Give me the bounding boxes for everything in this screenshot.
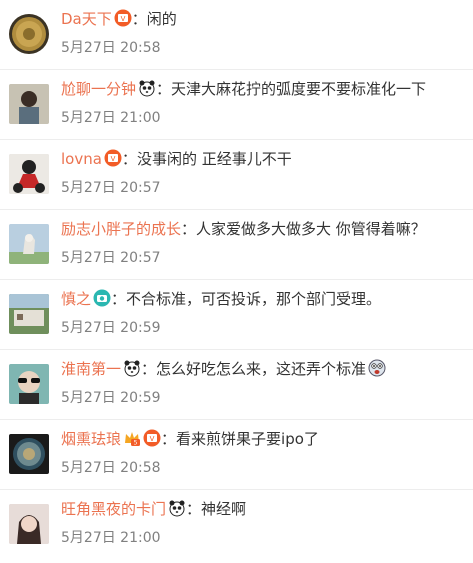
comment-time[interactable]: 5月27日 20:57 xyxy=(61,248,467,268)
comment-time[interactable]: 5月27日 20:58 xyxy=(61,38,467,58)
panda-emoji-icon xyxy=(138,79,156,97)
avatar[interactable] xyxy=(9,224,49,264)
username[interactable]: 尬聊一分钟 xyxy=(61,80,136,98)
comment-text: 闲的 xyxy=(146,10,177,28)
comment-text: 不合标准，可否投诉，那个部门受理。 xyxy=(126,290,382,308)
comment-time[interactable]: 5月27日 20:59 xyxy=(61,318,467,338)
username[interactable]: 慎之 xyxy=(61,290,91,308)
comment-item: 旺角黑夜的卡门 ：神经啊 5月27日 21:00 xyxy=(0,490,473,560)
comment-text: 神经啊 xyxy=(201,500,247,518)
username[interactable]: 励志小胖子的成长 xyxy=(61,220,181,238)
comment-text: 天津大麻花拧的弧度要不要标准化一下 xyxy=(171,80,427,98)
username[interactable]: lovna xyxy=(61,150,102,168)
comment-text: 看来煎饼果子要ipo了 xyxy=(176,430,319,448)
avatar[interactable] xyxy=(9,14,49,54)
avatar[interactable] xyxy=(9,84,49,124)
red-v-badge-icon: V xyxy=(143,429,161,447)
username[interactable]: 旺角黑夜的卡门 xyxy=(61,500,166,518)
camera-badge-icon xyxy=(93,289,111,307)
red-v-badge-icon: V xyxy=(114,9,132,27)
avatar[interactable] xyxy=(9,294,49,334)
svg-text:5: 5 xyxy=(134,440,138,447)
shocked-face-emoji-icon xyxy=(368,359,386,377)
comment-time[interactable]: 5月27日 21:00 xyxy=(61,108,467,128)
username[interactable]: 烟熏珐琅 xyxy=(61,430,121,448)
crown-badge-icon: 5 xyxy=(123,429,141,447)
comment-time[interactable]: 5月27日 20:59 xyxy=(61,388,467,408)
comment-item: 尬聊一分钟 ：天津大麻花拧的弧度要不要标准化一下 5月27日 21:00 xyxy=(0,70,473,140)
avatar[interactable] xyxy=(9,364,49,404)
comment-text: 人家爱做多大做多大 你管得着嘛？ xyxy=(196,220,426,238)
avatar[interactable] xyxy=(9,434,49,474)
comment-item: Da天下 V ：闲的 5月27日 20:58 xyxy=(0,0,473,70)
comment-item: lovna V ：没事闲的 正经事儿不干 5月27日 20:57 xyxy=(0,140,473,210)
red-v-badge-icon: V xyxy=(104,149,122,167)
svg-text:V: V xyxy=(120,15,125,23)
username[interactable]: Da天下 xyxy=(61,10,112,28)
comment-item: 慎之 ：不合标准，可否投诉，那个部门受理。 5月27日 20:59 xyxy=(0,280,473,350)
comment-item: 淮南第一 ：怎么好吃怎么来，这还弄个标准 5月27日 20:59 xyxy=(0,350,473,420)
panda-emoji-icon xyxy=(168,499,186,517)
comment-item: 烟熏珐琅 5 V ：看来煎饼果子要ipo了 5月27日 20:58 xyxy=(0,420,473,490)
avatar[interactable] xyxy=(9,154,49,194)
svg-text:V: V xyxy=(111,155,116,163)
comment-time[interactable]: 5月27日 21:00 xyxy=(61,528,467,548)
username[interactable]: 淮南第一 xyxy=(61,360,121,378)
comment-time[interactable]: 5月27日 20:57 xyxy=(61,178,467,198)
avatar[interactable] xyxy=(9,504,49,544)
comment-list: Da天下 V ：闲的 5月27日 20:58 尬聊一分钟 ：天津大麻花拧的弧度要不要标… xyxy=(0,0,473,560)
comment-text: 怎么好吃怎么来，这还弄个标准 xyxy=(156,360,367,378)
comment-text: 没事闲的 正经事儿不干 xyxy=(136,150,292,168)
panda-emoji-icon xyxy=(123,359,141,377)
comment-item: 励志小胖子的成长：人家爱做多大做多大 你管得着嘛？ 5月27日 20:57 xyxy=(0,210,473,280)
comment-time[interactable]: 5月27日 20:58 xyxy=(61,458,467,478)
svg-text:V: V xyxy=(150,435,155,443)
